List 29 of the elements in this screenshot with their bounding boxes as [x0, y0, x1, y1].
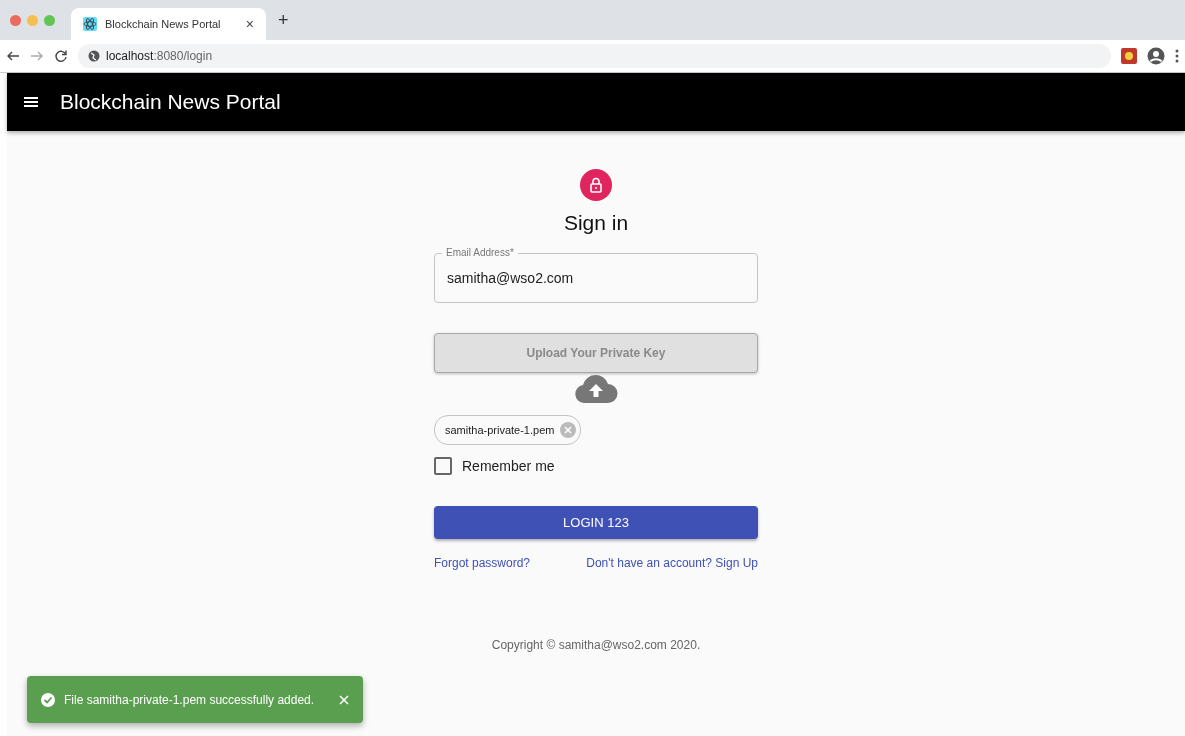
sign-in-heading: Sign in — [563, 211, 629, 235]
more-options-icon[interactable] — [1175, 49, 1179, 63]
lock-icon — [589, 177, 603, 193]
menu-icon[interactable] — [24, 96, 38, 108]
link[interactable]: Forgot password? — [434, 556, 531, 570]
copyright-text: Copyright © samitha@wso2.com 2020. — [491, 638, 701, 652]
file-chip: samitha-private-1.pem — [434, 415, 582, 445]
link[interactable]: Don't have an account? Sign Up — [586, 556, 758, 570]
close-icon[interactable] — [339, 694, 349, 705]
profile-icon[interactable] — [1147, 47, 1165, 65]
check-circle-icon — [41, 692, 55, 707]
cloud-upload-icon[interactable] — [574, 375, 618, 403]
login-button[interactable]: LOGIN 123 — [434, 506, 758, 539]
snackbar-message: File samitha-private-1.pem successfully added. — [64, 692, 316, 707]
app-title: Blockchain News Portal — [60, 90, 281, 114]
checkbox-label: Remember me — [462, 458, 555, 474]
atom-icon — [83, 17, 97, 31]
back-icon[interactable] — [6, 49, 20, 63]
remember-checkbox[interactable] — [434, 457, 452, 475]
forward-icon[interactable] — [30, 49, 44, 63]
tab-close-button[interactable]: × — [245, 16, 254, 32]
tab-title: Blockchain News Portal — [105, 18, 222, 30]
extension-icon[interactable] — [1121, 48, 1137, 64]
url-text: localhost:8080/login — [106, 49, 213, 63]
address-bar[interactable]: localhost:8080/login — [78, 44, 1111, 68]
reload-icon[interactable] — [54, 49, 68, 63]
new-tab-button[interactable]: + — [278, 9, 289, 31]
browser-tab[interactable]: Blockchain News Portal × — [71, 8, 266, 40]
close-window-icon[interactable] — [10, 14, 21, 26]
